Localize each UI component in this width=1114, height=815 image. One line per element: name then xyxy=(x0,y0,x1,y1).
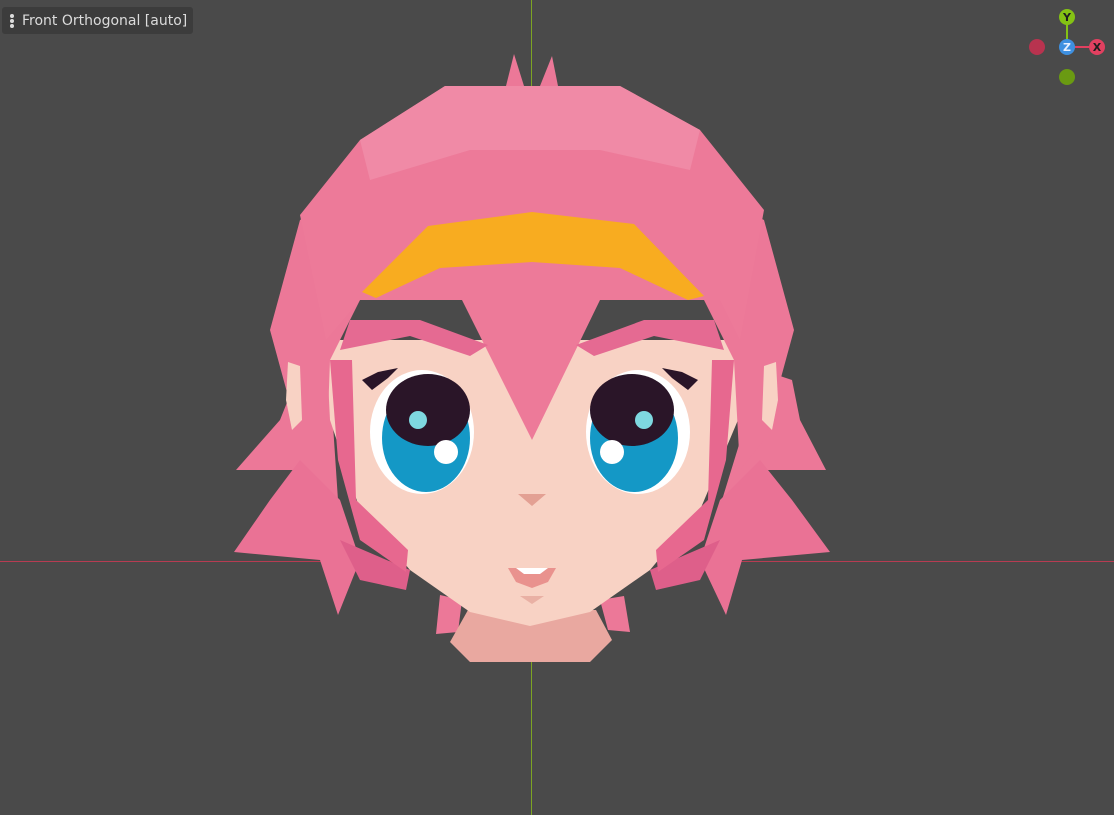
z-axis-label: Z xyxy=(1063,41,1071,54)
y-axis-label: Y xyxy=(1062,11,1072,24)
y-axis-handle[interactable]: Y xyxy=(1059,9,1075,25)
kebab-menu-icon xyxy=(10,13,14,28)
negative-x-axis-handle[interactable] xyxy=(1029,39,1045,55)
x-axis-handle[interactable]: X xyxy=(1089,39,1105,55)
z-axis-handle[interactable]: Z xyxy=(1059,39,1075,55)
character-head-model[interactable] xyxy=(0,0,1114,815)
view-label: Front Orthogonal [auto] xyxy=(22,12,188,29)
x-axis-label: X xyxy=(1093,41,1102,54)
negative-y-axis-handle[interactable] xyxy=(1059,69,1075,85)
orientation-gizmo[interactable]: Y X Z xyxy=(1020,0,1114,100)
view-menu-button[interactable]: Front Orthogonal [auto] xyxy=(2,7,194,34)
3d-viewport[interactable]: Front Orthogonal [auto] Y X Z xyxy=(0,0,1114,815)
